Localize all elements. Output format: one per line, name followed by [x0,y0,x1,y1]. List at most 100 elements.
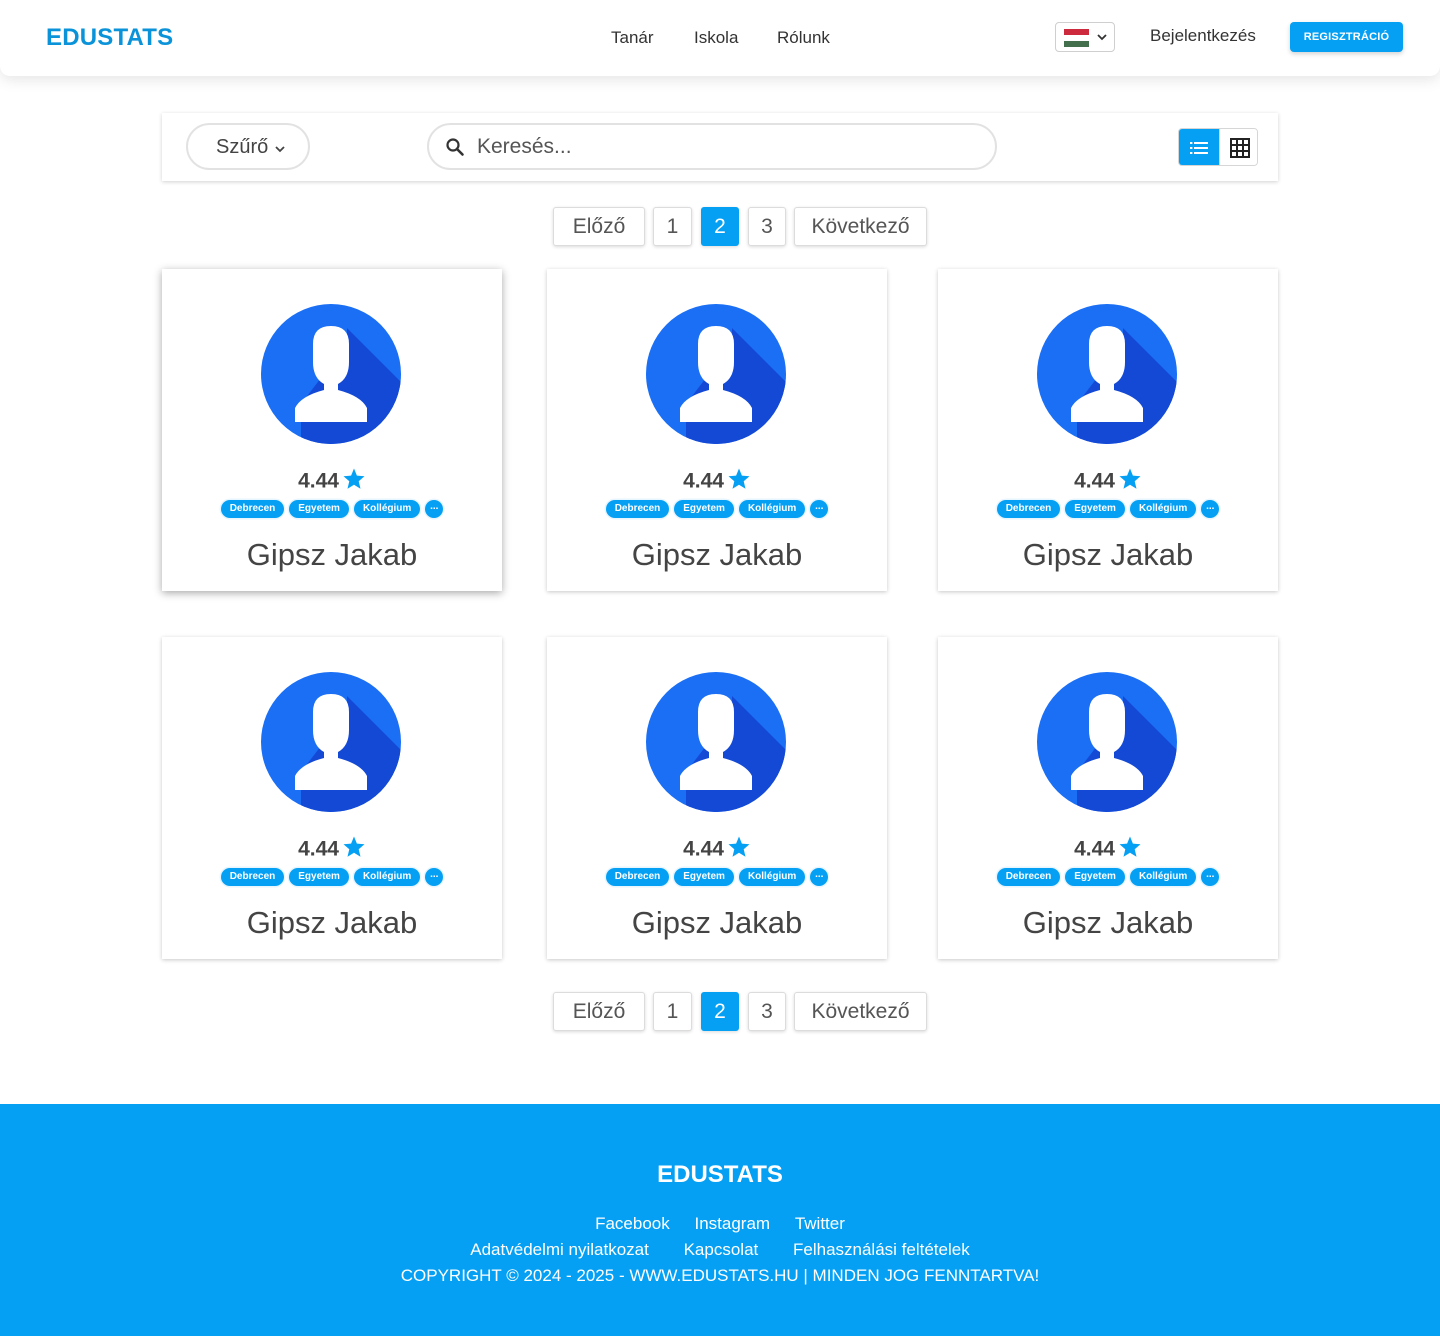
twitter-link[interactable]: Twitter [795,1214,845,1233]
tag-badge[interactable]: Debrecen [220,500,285,518]
star-icon [1119,836,1141,858]
user-avatar-icon [646,304,786,444]
tag-badge[interactable]: Kollégium [353,868,421,886]
user-avatar-icon [1037,304,1177,444]
tag-badge[interactable]: Kollégium [738,500,806,518]
teacher-name: Gipsz Jakab [246,905,418,940]
top-navbar: EDUSTATS Tanár Iskola Rólunk Bejelentkez… [0,0,1440,76]
search-icon [446,138,464,156]
tag-badge[interactable]: Egyetem [289,868,349,886]
teacher-card[interactable]: 4.44 Debrecen Egyetem Kollégium... Gipsz Jak… [547,269,887,591]
tag-badge[interactable]: Egyetem [674,868,734,886]
star-icon [728,836,750,858]
star-icon [343,836,365,858]
more-tags-badge[interactable]: ... [1201,868,1220,886]
tag-list: Debrecen Egyetem Kollégium... [547,868,887,886]
list-view-button[interactable] [1179,129,1219,165]
rating: 4.44 [547,468,887,493]
view-toggle [1178,128,1258,166]
tag-badge[interactable]: Debrecen [996,500,1061,518]
tag-badge[interactable]: Debrecen [220,868,285,886]
teacher-name: Gipsz Jakab [1022,905,1194,940]
search-box [427,123,997,170]
user-avatar-icon [261,304,401,444]
user-avatar-icon [1037,672,1177,812]
page-button-3[interactable]: 3 [748,992,786,1031]
tag-badge[interactable]: Kollégium [738,868,806,886]
prev-page-button[interactable]: Előző [553,992,645,1031]
star-icon [728,468,750,490]
nav-link-tanar[interactable]: Tanár [611,28,654,48]
tag-badge[interactable]: Debrecen [996,868,1061,886]
tag-badge[interactable]: Kollégium [1129,868,1197,886]
privacy-policy-link[interactable]: Adatvédelmi nyilatkozat [470,1240,649,1259]
tag-badge[interactable]: Kollégium [1129,500,1197,518]
page-button-1[interactable]: 1 [653,207,692,246]
instagram-link[interactable]: Instagram [695,1214,771,1233]
star-icon [343,468,365,490]
teacher-name: Gipsz Jakab [1022,537,1194,572]
teacher-card[interactable]: 4.44 Debrecen Egyetem Kollégium... Gipsz Jak… [938,269,1278,591]
teacher-name: Gipsz Jakab [246,537,418,572]
user-avatar-icon [646,672,786,812]
tag-badge[interactable]: Debrecen [605,500,670,518]
page-button-2-active[interactable]: 2 [701,992,739,1031]
login-link[interactable]: Bejelentkezés [1150,26,1256,46]
tag-badge[interactable]: Egyetem [289,500,349,518]
rating-value: 4.44 [1074,469,1115,493]
rating: 4.44 [938,836,1278,861]
more-tags-badge[interactable]: ... [1201,500,1220,518]
contact-link[interactable]: Kapcsolat [684,1240,759,1259]
star-icon [1119,468,1141,490]
nav-link-iskola[interactable]: Iskola [694,28,738,48]
teacher-card[interactable]: 4.44 Debrecen Egyetem Kollégium... Gipsz Jak… [938,637,1278,959]
tag-list: Debrecen Egyetem Kollégium... [547,500,887,518]
rating: 4.44 [938,468,1278,493]
more-tags-badge[interactable]: ... [425,500,444,518]
more-tags-badge[interactable]: ... [810,500,829,518]
language-select[interactable] [1055,22,1115,52]
tag-list: Debrecen Egyetem Kollégium... [938,500,1278,518]
rating-value: 4.44 [683,837,724,861]
teacher-card[interactable]: 4.44 Debrecen Egyetem Kollégium... Gipsz Jak… [547,637,887,959]
brand-logo[interactable]: EDUSTATS [46,24,173,52]
search-input[interactable] [477,133,977,161]
user-avatar-icon [261,672,401,812]
facebook-link[interactable]: Facebook [595,1214,670,1233]
more-tags-badge[interactable]: ... [425,868,444,886]
tag-list: Debrecen Egyetem Kollégium... [162,868,502,886]
rating-value: 4.44 [298,469,339,493]
teacher-name: Gipsz Jakab [631,537,803,572]
tag-badge[interactable]: Egyetem [674,500,734,518]
copyright-text: COPYRIGHT © 2024 - 2025 - WWW.EDUSTATS.H… [400,1266,1040,1285]
prev-page-button[interactable]: Előző [553,207,645,246]
filter-dropdown[interactable]: Szűrő [186,123,310,170]
rating: 4.44 [162,468,502,493]
terms-link[interactable]: Felhasználási feltételek [793,1240,970,1259]
next-page-button[interactable]: Következő [794,992,927,1031]
tag-badge[interactable]: Debrecen [605,868,670,886]
chevron-down-icon [275,146,285,153]
tag-badge[interactable]: Egyetem [1065,500,1125,518]
teacher-card[interactable]: 4.44 Debrecen Egyetem Kollégium... Gipsz Jak… [162,637,502,959]
page-button-2-active[interactable]: 2 [701,207,739,246]
teacher-card[interactable]: 4.44 Debrecen Egyetem Kollégium... Gipsz Jak… [162,269,502,591]
nav-link-rolunk[interactable]: Rólunk [777,28,830,48]
pagination-bottom: Előző 1 2 3 Következő [553,992,927,1032]
page-button-1[interactable]: 1 [653,992,692,1031]
tag-badge[interactable]: Kollégium [353,500,421,518]
filter-label: Szűrő [216,136,269,158]
footer-social-links: Facebook Instagram Twitter [0,1214,1440,1234]
register-button[interactable]: REGISZTRÁCIÓ [1290,22,1403,52]
pagination-top: Előző 1 2 3 Következő [553,207,927,247]
footer: EDUSTATS Facebook Instagram Twitter Adat… [0,1104,1440,1336]
hungary-flag-icon [1064,29,1089,47]
tag-badge[interactable]: Egyetem [1065,868,1125,886]
rating-value: 4.44 [1074,837,1115,861]
grid-view-button[interactable] [1219,129,1257,165]
rating-value: 4.44 [683,469,724,493]
next-page-button[interactable]: Következő [794,207,927,246]
search-toolbar: Szűrő [162,113,1278,181]
more-tags-badge[interactable]: ... [810,868,829,886]
page-button-3[interactable]: 3 [748,207,786,246]
